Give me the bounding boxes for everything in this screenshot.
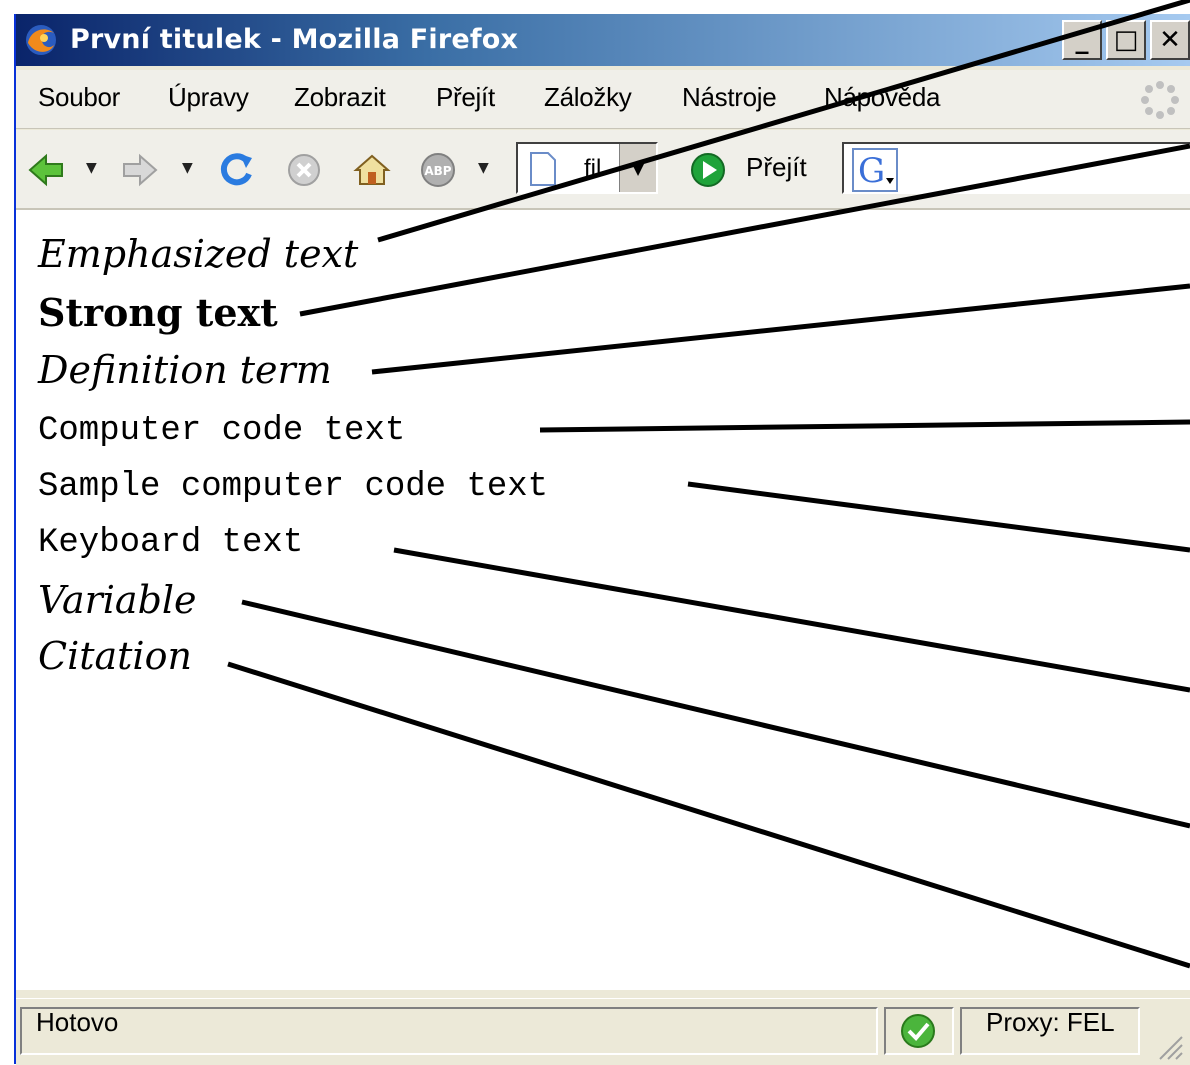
adblock-label: ABP: [424, 164, 451, 178]
back-dropdown-icon[interactable]: ▼: [86, 160, 97, 176]
forward-dropdown-icon[interactable]: ▼: [182, 160, 193, 176]
check-icon[interactable]: [898, 1011, 938, 1051]
proxy-label[interactable]: Proxy: FEL: [986, 1007, 1115, 1038]
navigation-toolbar: ▼ ▼ ABP ▼ fil ▼ Přejít G: [16, 130, 1190, 210]
variable-text: Variable: [38, 578, 197, 622]
go-button[interactable]: Přejít: [746, 152, 807, 183]
menu-nastroje[interactable]: Nástroje: [682, 82, 777, 113]
computer-code-text: Computer code text: [38, 412, 406, 450]
search-box[interactable]: G: [842, 142, 1190, 194]
home-icon[interactable]: [352, 150, 392, 190]
menu-zobrazit[interactable]: Zobrazit: [294, 82, 386, 113]
menu-bar: Soubor Úpravy Zobrazit Přejít Záložky Ná…: [16, 70, 1190, 129]
status-panel: [20, 1007, 878, 1055]
strong-text: Strong text: [38, 290, 278, 335]
title-bar: První titulek - Mozilla Firefox _ □ ✕: [16, 14, 1190, 66]
maximize-button[interactable]: □: [1106, 20, 1146, 60]
svg-text:G: G: [858, 151, 885, 191]
adblock-dropdown-icon[interactable]: ▼: [478, 160, 489, 176]
google-search-icon[interactable]: G: [852, 148, 898, 192]
window-controls: _ □ ✕: [1062, 20, 1190, 60]
minimize-button[interactable]: _: [1062, 20, 1102, 60]
firefox-icon: [26, 25, 56, 55]
sample-code-text: Sample computer code text: [38, 468, 549, 506]
forward-arrow-icon[interactable]: [120, 150, 160, 190]
page-icon: [530, 152, 556, 186]
status-text: Hotovo: [36, 1007, 119, 1037]
menu-napoveda[interactable]: Nápověda: [824, 82, 940, 113]
status-bar: Hotovo Proxy: FEL: [16, 998, 1190, 1065]
keyboard-text: Keyboard text: [38, 524, 304, 562]
throbber-icon: [1141, 81, 1179, 119]
resize-grip-icon[interactable]: [1154, 1031, 1184, 1061]
go-icon[interactable]: [688, 150, 728, 190]
menu-prejit[interactable]: Přejít: [436, 82, 495, 113]
menu-soubor[interactable]: Soubor: [38, 82, 120, 113]
menu-upravy[interactable]: Úpravy: [168, 82, 249, 113]
url-text[interactable]: fil: [584, 155, 601, 183]
browser-window: První titulek - Mozilla Firefox _ □ ✕ So…: [14, 14, 1190, 1065]
emphasized-text: Emphasized text: [38, 232, 359, 276]
window-title: První titulek - Mozilla Firefox: [70, 24, 519, 55]
menu-zalozky[interactable]: Záložky: [544, 82, 632, 113]
page-content: Emphasized text Strong text Definition t…: [16, 210, 1190, 990]
url-bar[interactable]: fil ▼: [516, 142, 658, 194]
stop-icon[interactable]: [284, 150, 324, 190]
back-arrow-icon[interactable]: [26, 150, 66, 190]
adblock-icon[interactable]: ABP: [418, 150, 458, 190]
citation-text: Citation: [38, 634, 192, 678]
url-dropdown-icon[interactable]: ▼: [619, 144, 656, 192]
definition-term: Definition term: [38, 348, 332, 392]
reload-icon[interactable]: [216, 150, 256, 190]
close-button[interactable]: ✕: [1150, 20, 1190, 60]
